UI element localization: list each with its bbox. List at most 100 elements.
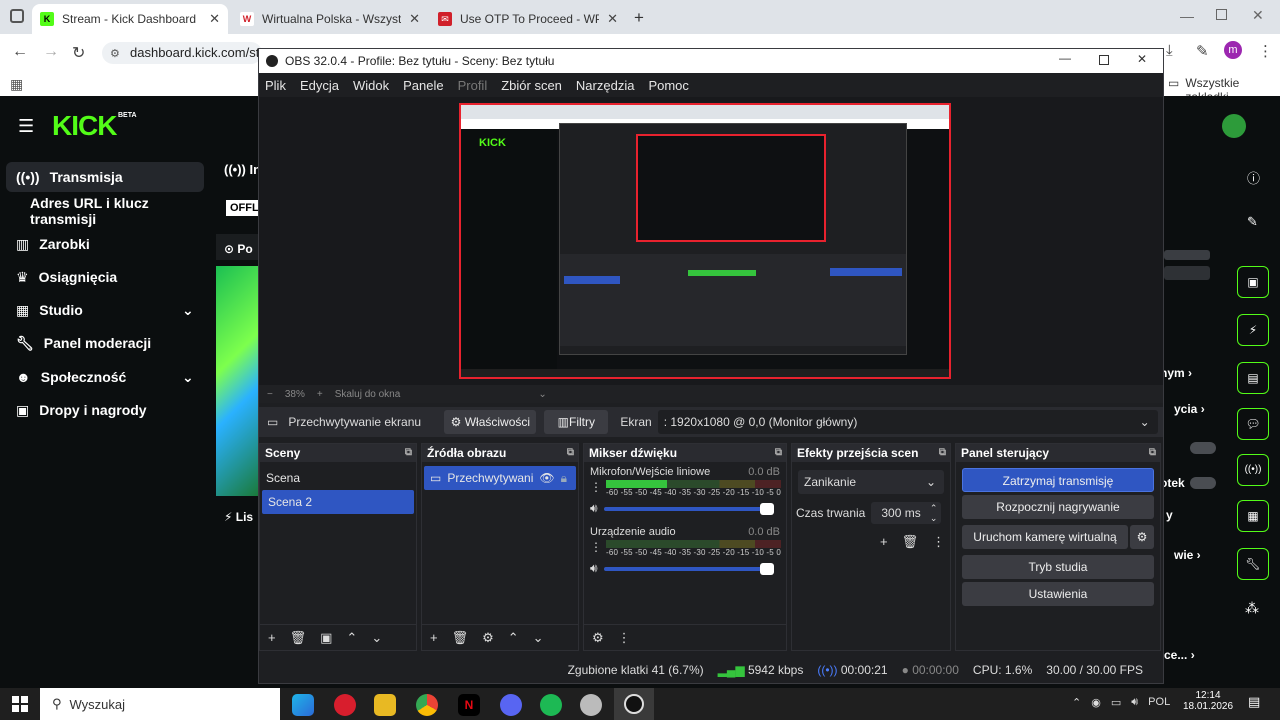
close-window-icon[interactable]: ✕ bbox=[1252, 7, 1264, 24]
toggle-switch[interactable] bbox=[1190, 442, 1216, 454]
screen-select[interactable]: : 1920x1080 @ 0,0 (Monitor główny) ⌄ bbox=[657, 410, 1158, 434]
rail-button-chat-icon[interactable]: 💬︎ bbox=[1237, 408, 1269, 440]
undock-icon[interactable]: ⧉ bbox=[939, 444, 946, 462]
new-tab-icon[interactable]: + bbox=[634, 8, 644, 28]
source-item[interactable]: ▭ Przechwytywani 👁︎ 🔒︎ bbox=[424, 466, 576, 490]
language-indicator[interactable]: POL bbox=[1148, 696, 1170, 709]
properties-button[interactable]: ⚙ Właściwości bbox=[444, 410, 537, 434]
sidebar-item-transmisja[interactable]: ((•)) Transmisja bbox=[6, 162, 204, 192]
undock-icon[interactable]: ⧉ bbox=[775, 444, 782, 462]
info-icon[interactable]: ⓘ bbox=[1247, 168, 1260, 187]
site-info-icon[interactable]: ⚙ bbox=[110, 47, 120, 60]
undock-icon[interactable]: ⧉ bbox=[1149, 444, 1156, 462]
sidebar-item-osiagniecia[interactable]: ♛ Osiągnięcia bbox=[0, 262, 210, 292]
minimize-window-icon[interactable]: — bbox=[1180, 8, 1194, 24]
maximize-icon[interactable] bbox=[1099, 55, 1109, 65]
opera-icon[interactable] bbox=[334, 694, 356, 716]
kick-logo[interactable]: KICK bbox=[52, 110, 117, 142]
settings-button[interactable]: Ustawienia bbox=[962, 582, 1154, 606]
start-recording-button[interactable]: Rozpocznij nagrywanie bbox=[962, 495, 1154, 519]
speaker-icon[interactable]: 🔊︎ bbox=[590, 501, 598, 516]
hamburger-menu-icon[interactable]: ☰ bbox=[18, 116, 34, 137]
forward-icon[interactable]: → bbox=[43, 43, 59, 61]
right-item[interactable]: ce... › bbox=[1164, 648, 1195, 662]
apps-grid-icon[interactable]: ▦ bbox=[10, 76, 23, 93]
sidebar-item-stream-key[interactable]: Adres URL i klucz transmisji bbox=[0, 195, 210, 227]
scene-item[interactable]: Scena bbox=[260, 466, 416, 490]
address-bar[interactable]: dashboard.kick.com/stre bbox=[102, 42, 262, 64]
extensions-icon[interactable]: ✎ bbox=[1196, 42, 1209, 60]
transition-menu-icon[interactable]: ⋮ bbox=[932, 534, 945, 550]
start-virtual-camera-button[interactable]: Uruchom kamerę wirtualną bbox=[962, 525, 1128, 549]
download-icon[interactable]: ⤓ bbox=[1166, 42, 1173, 59]
rail-button-lightning-icon[interactable]: ⚡ bbox=[1237, 314, 1269, 346]
obs-taskbar-button[interactable] bbox=[614, 688, 654, 720]
rail-drops-icon[interactable]: ⁂ bbox=[1245, 600, 1259, 617]
remove-transition-icon[interactable]: 🗑︎ bbox=[902, 534, 919, 550]
menu-kebab-icon[interactable]: ⋮ bbox=[1258, 42, 1273, 60]
studio-mode-button[interactable]: Tryb studia bbox=[962, 555, 1154, 579]
rail-button-camera-icon[interactable]: ▣ bbox=[1237, 266, 1269, 298]
lock-icon[interactable]: 🔒︎ bbox=[561, 466, 567, 490]
edit-icon[interactable]: ✎ bbox=[1247, 214, 1258, 230]
restore-window-icon[interactable] bbox=[1216, 9, 1227, 20]
sidebar-item-studio[interactable]: ▦ Studio ⌄ bbox=[0, 295, 210, 325]
windows-start-icon[interactable] bbox=[12, 696, 28, 712]
volume-slider[interactable] bbox=[603, 502, 774, 515]
tab-wirtualna-polska[interactable]: W Wirtualna Polska - Wszystko co ✕ bbox=[232, 4, 428, 34]
menu-narzedzia[interactable]: Narzędzia bbox=[576, 78, 635, 93]
add-transition-icon[interactable]: + bbox=[880, 534, 888, 550]
menu-zbior-scen[interactable]: Zbiór scen bbox=[501, 78, 562, 93]
mixer-menu-icon[interactable]: ⋮ bbox=[618, 630, 631, 646]
move-down-icon[interactable]: ⌄ bbox=[371, 630, 382, 646]
sidebar-item-dropy[interactable]: ▣ Dropy i nagrody bbox=[0, 395, 210, 425]
menu-pomoc[interactable]: Pomoc bbox=[648, 78, 688, 93]
zoom-in-icon[interactable]: + bbox=[317, 389, 323, 400]
rail-button-notes-icon[interactable]: ▤ bbox=[1237, 362, 1269, 394]
close-tab-icon[interactable]: ✕ bbox=[607, 11, 618, 27]
edge-icon[interactable] bbox=[292, 694, 314, 716]
zoom-out-icon[interactable]: − bbox=[267, 389, 273, 400]
profile-avatar[interactable]: m bbox=[1224, 41, 1242, 59]
menu-profil[interactable]: Profil bbox=[458, 78, 488, 93]
minimize-icon[interactable]: — bbox=[1059, 51, 1071, 65]
tab-kick-dashboard[interactable]: K Stream - Kick Dashboard ✕ bbox=[32, 4, 228, 34]
obs-preview[interactable]: KICK bbox=[259, 97, 1163, 385]
scene-item-selected[interactable]: Scena 2 bbox=[262, 490, 414, 514]
speaker-icon[interactable]: 🔊︎ bbox=[590, 561, 598, 576]
rail-button-layout-icon[interactable]: ▦ bbox=[1237, 500, 1269, 532]
channel-menu-icon[interactable]: ⋮ bbox=[590, 480, 602, 497]
network-icon[interactable]: ▭ bbox=[1111, 696, 1121, 709]
duration-spinbox[interactable]: 300 ms ⌃ ⌄ bbox=[871, 502, 942, 524]
spotify-icon[interactable] bbox=[540, 694, 562, 716]
tray-app-icon[interactable]: ◉ bbox=[1091, 696, 1101, 709]
close-icon[interactable]: ✕ bbox=[1137, 52, 1147, 66]
move-down-icon[interactable]: ⌄ bbox=[533, 630, 544, 646]
zoom-mode[interactable]: Skaluj do okna bbox=[335, 389, 401, 400]
sidebar-item-zarobki[interactable]: ▥ Zarobki bbox=[0, 229, 210, 259]
volume-icon[interactable]: 🔊︎ bbox=[1131, 696, 1138, 709]
preview-source-frame[interactable]: KICK bbox=[459, 103, 951, 379]
netflix-icon[interactable]: N bbox=[458, 694, 480, 716]
back-icon[interactable]: ← bbox=[12, 43, 28, 61]
move-up-icon[interactable]: ⌃ bbox=[346, 630, 357, 646]
tab-wp-poczta[interactable]: ✉ Use OTP To Proceed - WP Pocz ✕ bbox=[430, 4, 626, 34]
add-source-icon[interactable]: + bbox=[430, 630, 438, 645]
add-scene-icon[interactable]: + bbox=[268, 630, 276, 645]
tab-search-icon[interactable] bbox=[10, 9, 24, 23]
sidebar-item-panel-moderacji[interactable]: 🔧︎ Panel moderacji bbox=[0, 328, 210, 358]
reload-icon[interactable]: ↻ bbox=[72, 43, 85, 63]
close-tab-icon[interactable]: ✕ bbox=[409, 11, 420, 27]
transition-select[interactable]: Zanikanie ⌄ bbox=[798, 470, 944, 494]
menu-panele[interactable]: Panele bbox=[403, 78, 443, 93]
visibility-eye-icon[interactable]: 👁︎ bbox=[539, 466, 554, 490]
close-tab-icon[interactable]: ✕ bbox=[209, 11, 220, 27]
remove-source-icon[interactable]: 🗑︎ bbox=[452, 630, 469, 646]
toggle-switch[interactable] bbox=[1190, 477, 1216, 489]
zoom-dropdown-icon[interactable]: ⌄ bbox=[538, 389, 546, 400]
sidebar-item-spolecznosc[interactable]: ☻ Społeczność ⌄ bbox=[0, 362, 210, 392]
source-settings-gear-icon[interactable]: ⚙ bbox=[482, 630, 494, 646]
stop-streaming-button[interactable]: Zatrzymaj transmisję bbox=[962, 468, 1154, 492]
move-up-icon[interactable]: ⌃ bbox=[508, 630, 519, 646]
clock[interactable]: 12:14 18.01.2026 bbox=[1182, 690, 1234, 712]
